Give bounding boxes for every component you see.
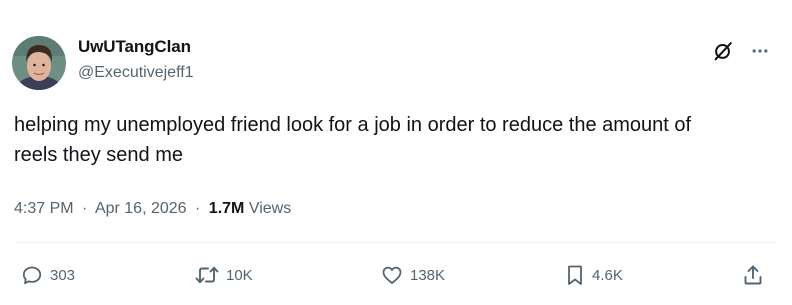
tweet-date[interactable]: Apr 16, 2026 bbox=[95, 200, 187, 217]
tweet-meta: 4:37 PM · Apr 16, 2026 · 1.7M Views bbox=[14, 198, 291, 220]
more-button[interactable] bbox=[750, 41, 770, 61]
grok-icon bbox=[714, 42, 732, 61]
divider bbox=[14, 242, 778, 243]
like-count: 138K bbox=[410, 266, 446, 284]
reply-button[interactable]: 303 bbox=[20, 260, 75, 290]
share-icon bbox=[744, 265, 762, 285]
repost-icon bbox=[195, 266, 219, 284]
bookmark-button[interactable]: 4.6K bbox=[564, 260, 623, 290]
repost-count: 10K bbox=[226, 266, 253, 284]
repost-button[interactable]: 10K bbox=[194, 260, 253, 290]
like-button[interactable]: 138K bbox=[380, 260, 445, 290]
avatar[interactable] bbox=[12, 36, 66, 90]
meta-separator: · bbox=[82, 200, 88, 217]
heart-icon bbox=[382, 266, 402, 284]
reply-icon bbox=[22, 266, 42, 285]
top-actions bbox=[712, 40, 770, 62]
display-name[interactable]: UwUTangClan bbox=[78, 36, 194, 58]
avatar-image bbox=[12, 36, 66, 90]
tweet-text: helping my unemployed friend look for a … bbox=[14, 114, 692, 166]
action-bar: 303 10K 138K 4.6K bbox=[14, 260, 778, 290]
share-button[interactable] bbox=[741, 260, 765, 290]
tweet: UwUTangClan @Executivejeff1 helping my u… bbox=[0, 0, 792, 305]
views-label[interactable]: Views bbox=[249, 200, 291, 217]
views-count[interactable]: 1.7M bbox=[209, 200, 245, 217]
author-block: UwUTangClan @Executivejeff1 bbox=[78, 36, 194, 84]
handle[interactable]: @Executivejeff1 bbox=[78, 62, 194, 84]
meta-separator: · bbox=[195, 200, 201, 217]
tweet-time[interactable]: 4:37 PM bbox=[14, 200, 74, 217]
bookmark-icon bbox=[568, 265, 582, 285]
bookmark-count: 4.6K bbox=[592, 266, 623, 284]
more-icon bbox=[752, 49, 768, 53]
reply-count: 303 bbox=[50, 266, 76, 284]
grok-button[interactable] bbox=[712, 40, 734, 62]
